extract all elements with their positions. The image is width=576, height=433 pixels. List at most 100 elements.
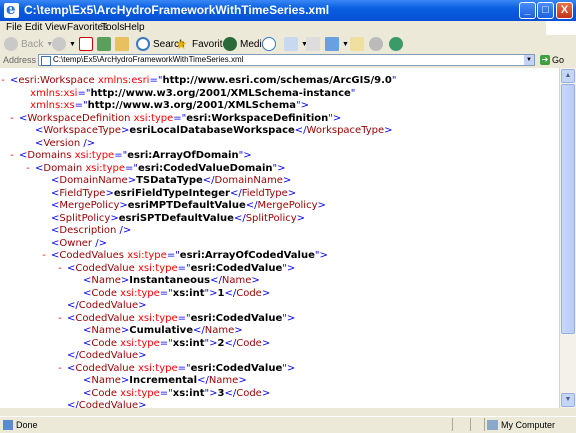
mail-icon: [284, 37, 298, 51]
vertical-scrollbar[interactable]: ▲ ▼: [559, 68, 576, 408]
tag-name: FieldType: [241, 187, 288, 199]
mail-button[interactable]: ▼: [284, 36, 308, 52]
attr-value: xs:int: [172, 287, 205, 299]
attr-value: esri:ArrayOfDomain: [127, 150, 239, 161]
refresh-button[interactable]: [97, 36, 114, 52]
address-dropdown-icon[interactable]: ▼: [524, 55, 534, 65]
tag-name: Name: [208, 375, 239, 386]
zone-text: My Computer: [501, 420, 556, 430]
menu-file[interactable]: File: [6, 22, 22, 33]
menu-view[interactable]: View: [45, 22, 67, 33]
menu-edit[interactable]: Edit: [25, 22, 42, 33]
discuss-button[interactable]: [350, 36, 367, 52]
minimize-button[interactable]: _: [519, 2, 536, 19]
tag-name: esri:Workspace: [18, 75, 95, 86]
refresh-icon: [97, 37, 111, 51]
done-icon: [3, 420, 13, 430]
scroll-up-icon[interactable]: ▲: [561, 69, 575, 83]
attr-name: xsi:type: [71, 150, 115, 161]
edit-icon: [325, 37, 339, 51]
history-icon: [262, 37, 276, 51]
bracket: =": [159, 387, 173, 399]
attr-name: xsi:type: [134, 262, 178, 274]
bracket: >: [319, 250, 328, 261]
tag-name: CodedValues: [59, 250, 125, 261]
bracket: >: [105, 187, 114, 199]
tag-name: CodedValue: [75, 312, 135, 324]
close-button[interactable]: X: [556, 2, 573, 19]
menu-tools[interactable]: Tools: [101, 22, 124, 33]
tag-name: SplitPolicy: [59, 212, 111, 224]
collapse-toggle[interactable]: -: [57, 313, 63, 325]
collapse-toggle[interactable]: -: [25, 163, 31, 175]
tag-name: CodedValue: [78, 350, 139, 361]
element-text: Incremental: [129, 375, 198, 386]
bracket: </: [67, 350, 79, 361]
research-icon: [389, 37, 403, 51]
bracket: ": [350, 87, 356, 99]
menu-help[interactable]: Help: [124, 22, 145, 33]
attr-name: xmlns:xs: [27, 100, 75, 111]
element-text: Instantaneous: [129, 275, 211, 286]
maximize-button[interactable]: □: [537, 2, 554, 19]
bracket: </: [294, 125, 307, 136]
element-text: esriSPTDefaultValue: [118, 212, 234, 224]
attr-value: esri:CodedValue: [190, 362, 283, 374]
history-button[interactable]: [262, 36, 279, 52]
attr-name: xsi:type: [117, 387, 160, 399]
bracket: =": [149, 75, 163, 86]
attr-name: xsi:type: [117, 287, 160, 299]
bracket: >: [238, 375, 247, 386]
print-button[interactable]: [306, 36, 323, 52]
back-button[interactable]: Back ▼: [4, 36, 53, 52]
messenger-button[interactable]: [369, 36, 386, 52]
bracket: />: [92, 237, 107, 249]
menu-bar: File Edit View Favorites Tools Help: [0, 21, 576, 36]
bracket: >: [282, 175, 292, 186]
status-zone: My Computer: [487, 420, 555, 430]
attr-name: xmlns:esri: [94, 75, 150, 86]
research-button[interactable]: [389, 36, 406, 52]
bracket: </: [192, 325, 205, 336]
attr-value: xs:int: [172, 337, 205, 349]
go-button[interactable]: ➔ Go: [540, 55, 564, 65]
attr-value: http://www.w3.org/2001/XMLSchema-instanc…: [90, 87, 351, 99]
scroll-down-icon[interactable]: ▼: [561, 393, 575, 407]
bracket: >: [261, 287, 271, 299]
xml-content: - <esri:Workspace xmlns:esri="http://www.…: [0, 68, 559, 408]
collapse-toggle[interactable]: -: [57, 263, 63, 275]
collapse-toggle[interactable]: -: [57, 363, 63, 375]
forward-dropdown-icon[interactable]: ▼: [69, 41, 76, 48]
address-input[interactable]: C:\temp\Ex5\ArcHydroFrameworkWithTimeSer…: [38, 54, 535, 66]
tag-name: Domains: [27, 150, 72, 161]
collapse-toggle[interactable]: -: [9, 113, 15, 125]
attr-value: xs:int: [172, 387, 205, 399]
bracket: >: [286, 362, 296, 374]
scroll-thumb[interactable]: [561, 84, 575, 334]
forward-button[interactable]: ▼: [52, 36, 76, 52]
tag-name: DomainName: [59, 175, 128, 186]
tag-name: CodedValue: [75, 362, 135, 374]
bracket: =": [114, 150, 128, 161]
tag-name: CodedValue: [75, 262, 135, 274]
collapse-toggle[interactable]: -: [9, 150, 15, 162]
bracket: =": [166, 250, 180, 261]
bracket: >: [209, 337, 218, 349]
collapse-toggle[interactable]: -: [0, 75, 6, 87]
collapse-toggle[interactable]: -: [41, 250, 47, 262]
stop-button[interactable]: [79, 36, 96, 52]
edit-dropdown-icon[interactable]: ▼: [342, 41, 349, 48]
attr-name: xsi:type: [124, 250, 167, 261]
home-button[interactable]: [115, 36, 132, 52]
tag-name: SplitPolicy: [245, 212, 297, 224]
star-icon: ★: [175, 36, 188, 52]
attr-name: xsi:type: [134, 362, 178, 374]
tag-name: Code: [91, 387, 117, 399]
bracket: >: [300, 100, 309, 111]
attr-value: esri:WorkspaceDefinition: [186, 112, 329, 124]
media-button[interactable]: Media: [223, 36, 267, 52]
bracket: >: [138, 400, 147, 408]
edit-button[interactable]: ▼: [325, 36, 349, 52]
status-divider: [470, 418, 471, 431]
bracket: </: [210, 275, 222, 286]
